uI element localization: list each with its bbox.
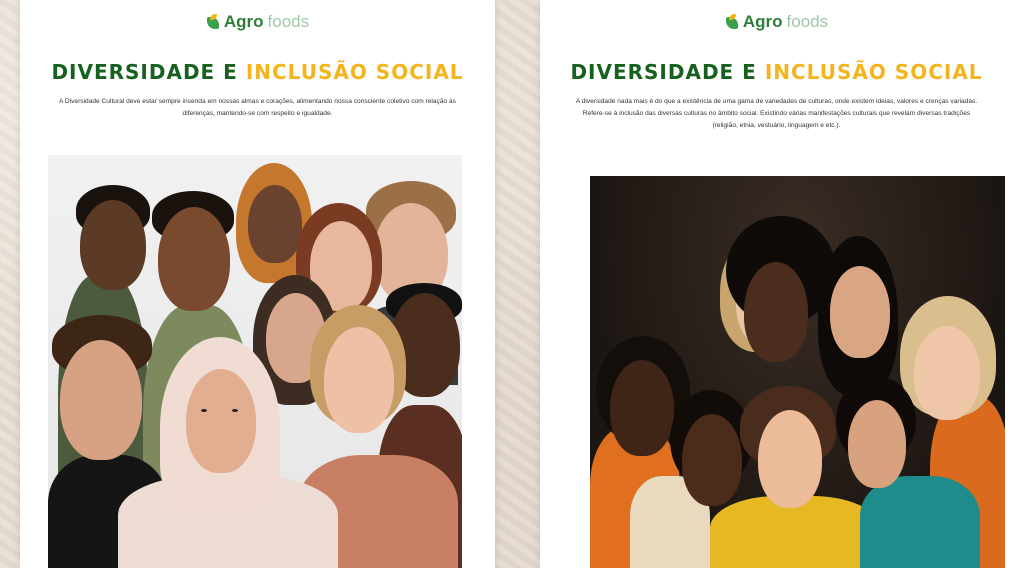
title-part-yellow: INCLUSÃO SOCIAL — [245, 60, 464, 84]
title-part-yellow: INCLUSÃO SOCIAL — [764, 60, 983, 84]
poster-title: DIVERSIDADE E INCLUSÃO SOCIAL — [540, 60, 1013, 84]
poster-paragraph: A Diversidade Cultural deve estar sempre… — [59, 98, 456, 117]
leaf-logo-icon — [725, 14, 739, 30]
logo-foods-text: foods — [267, 12, 310, 31]
left-poster: Agro foods DIVERSIDADE E INCLUSÃO SOCIAL … — [20, 0, 495, 568]
agrofoods-logo: Agro foods — [20, 12, 495, 32]
agrofoods-logo: Agro foods — [540, 12, 1013, 32]
group-photo-right — [590, 176, 1005, 568]
poster-paragraph: A diversidade nada mais é do que a exist… — [575, 98, 978, 129]
title-part-green: DIVERSIDADE E — [570, 60, 765, 84]
logo-foods-text: foods — [786, 12, 829, 31]
leaf-logo-icon — [206, 14, 220, 30]
right-poster: Agro foods DIVERSIDADE E INCLUSÃO SOCIAL … — [540, 0, 1013, 568]
group-photo-left — [48, 155, 462, 568]
title-part-green: DIVERSIDADE E — [51, 60, 246, 84]
logo-agro-text: Agro — [742, 12, 783, 31]
poster-title: DIVERSIDADE E INCLUSÃO SOCIAL — [20, 60, 495, 84]
logo-agro-text: Agro — [223, 12, 264, 31]
